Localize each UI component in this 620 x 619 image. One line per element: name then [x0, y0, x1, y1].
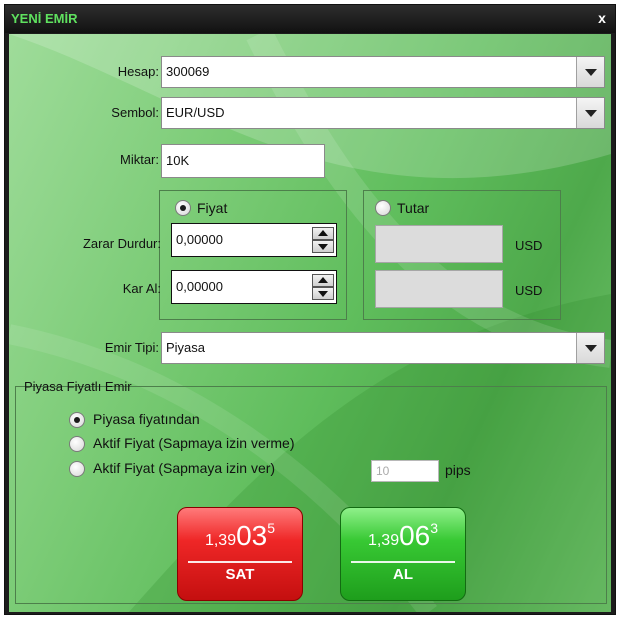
buy-price-fraction: 3 — [430, 520, 439, 536]
sell-label: SAT — [225, 566, 255, 583]
spin-down-icon[interactable] — [312, 240, 334, 253]
pips-unit-label: pips — [445, 462, 471, 478]
option-allow-slippage-radio[interactable] — [69, 461, 85, 477]
order-type-label: Emir Tipi: — [104, 340, 159, 355]
stop-loss-value: 0,00000 — [176, 232, 223, 247]
chevron-down-icon[interactable] — [576, 333, 604, 363]
take-profit-spinner[interactable]: 0,00000 — [171, 270, 337, 304]
symbol-select[interactable]: EUR/USD — [161, 97, 605, 129]
take-profit-currency: USD — [515, 283, 543, 298]
price-radio[interactable] — [175, 200, 191, 216]
sell-button[interactable]: 1,39035 SAT — [177, 507, 303, 601]
sell-price-pips: 03 — [236, 520, 268, 551]
amount-value-radio-label: Tutar — [397, 200, 430, 216]
account-select[interactable]: 300069 — [161, 56, 605, 88]
price-radio-label: Fiyat — [197, 200, 228, 216]
stop-loss-amount-field — [375, 225, 503, 263]
title-bar: YENİ EMİR x — [5, 5, 615, 33]
window-title: YENİ EMİR — [11, 11, 78, 26]
order-form: Hesap: 300069 Sembol: EUR/USD Miktar: 10… — [9, 34, 611, 612]
chevron-down-icon[interactable] — [576, 98, 604, 128]
option-allow-slippage-label: Aktif Fiyat (Sapmaya izin ver) — [93, 460, 276, 476]
amount-value-radio[interactable] — [375, 200, 391, 216]
buy-price: 1,39063 — [341, 520, 465, 552]
option-no-slippage-label: Aktif Fiyat (Sapmaya izin verme) — [93, 435, 295, 451]
spin-up-icon[interactable] — [312, 274, 334, 287]
pips-input[interactable]: 10 — [371, 460, 439, 482]
new-order-window: YENİ EMİR x Hesap: 300069 Sembol: EUR/US… — [4, 4, 616, 615]
sell-price-prefix: 1,39 — [204, 532, 237, 549]
stop-loss-stepper — [312, 227, 334, 253]
buy-label: AL — [393, 566, 413, 583]
spin-up-icon[interactable] — [312, 227, 334, 240]
chevron-down-icon[interactable] — [576, 57, 604, 87]
stop-loss-currency: USD — [515, 238, 543, 253]
sell-price-fraction: 5 — [267, 520, 276, 536]
buy-price-pips: 06 — [399, 520, 431, 551]
spin-down-icon[interactable] — [312, 287, 334, 300]
take-profit-value: 0,00000 — [176, 279, 223, 294]
symbol-label: Sembol: — [111, 105, 159, 120]
order-type-select[interactable]: Piyasa — [161, 332, 605, 364]
take-profit-stepper — [312, 274, 334, 300]
sell-price: 1,39035 — [178, 520, 302, 552]
order-type-value: Piyasa — [166, 340, 206, 355]
buy-button[interactable]: 1,39063 AL — [340, 507, 466, 601]
option-market-price-radio[interactable] — [69, 412, 85, 428]
take-profit-amount-field — [375, 270, 503, 308]
stop-loss-spinner[interactable]: 0,00000 — [171, 223, 337, 257]
buy-price-prefix: 1,39 — [367, 532, 400, 549]
amount-label: Miktar: — [120, 152, 159, 167]
option-market-price-label: Piyasa fiyatından — [93, 411, 200, 427]
sell-divider — [188, 561, 292, 563]
stop-loss-label: Zarar Durdur: — [82, 236, 161, 251]
close-icon[interactable]: x — [593, 9, 611, 27]
amount-input[interactable]: 10K — [161, 144, 325, 178]
account-label: Hesap: — [117, 64, 159, 79]
option-no-slippage-radio[interactable] — [69, 436, 85, 452]
symbol-value: EUR/USD — [166, 105, 225, 120]
market-order-legend: Piyasa Fiyatlı Emir — [24, 379, 132, 394]
buy-divider — [351, 561, 455, 563]
take-profit-label: Kar Al: — [122, 281, 161, 296]
account-value: 300069 — [166, 64, 210, 79]
